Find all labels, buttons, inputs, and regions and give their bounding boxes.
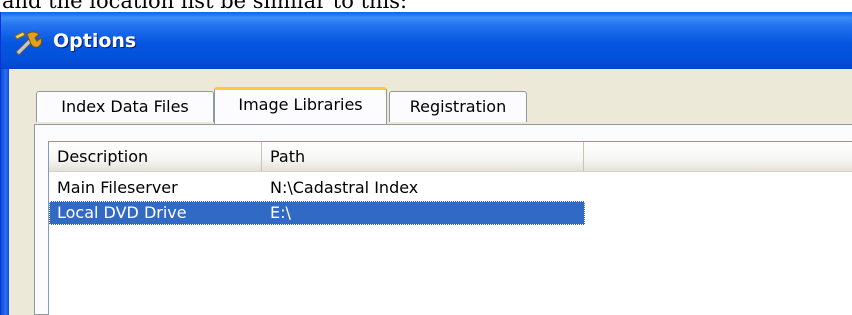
row-path: E:\ — [270, 203, 291, 222]
tab-label: Image Libraries — [238, 95, 363, 114]
row-description: Local DVD Drive — [57, 203, 187, 222]
options-wrench-icon — [14, 31, 43, 56]
tab-registration[interactable]: Registration — [389, 91, 527, 122]
column-header-path[interactable]: Path — [262, 142, 584, 171]
tab-index-data-files[interactable]: Index Data Files — [36, 91, 214, 122]
column-header-description[interactable]: Description — [49, 142, 262, 171]
window-title: Options — [53, 30, 137, 52]
row-description: Main Fileserver — [57, 178, 178, 197]
tab-image-libraries[interactable]: Image Libraries — [214, 87, 387, 124]
window-left-frame — [1, 69, 9, 315]
list-item[interactable]: Main Fileserver N:\Cadastral Index — [49, 176, 585, 200]
list-header: Description Path — [49, 142, 852, 172]
row-path: N:\Cadastral Index — [270, 178, 419, 197]
library-list[interactable]: Description Path Main Fileserver N:\Cada… — [48, 141, 852, 315]
list-item-selected[interactable]: Local DVD Drive E:\ — [49, 201, 585, 225]
title-bar[interactable]: Options — [1, 12, 852, 69]
column-header-extra[interactable] — [584, 142, 852, 171]
tab-label: Registration — [409, 97, 507, 116]
tab-label: Index Data Files — [61, 97, 189, 116]
